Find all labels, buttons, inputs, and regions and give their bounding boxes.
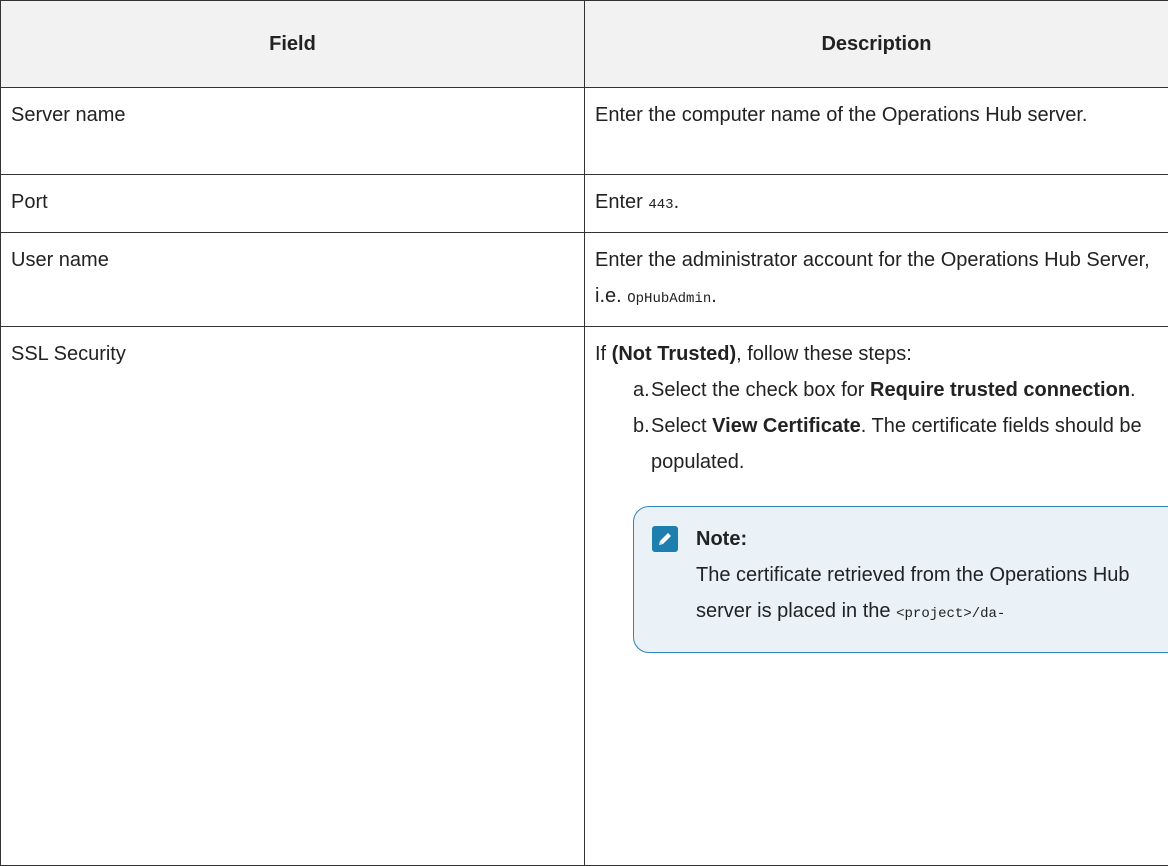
step-text: .	[1130, 379, 1136, 401]
description-cell: Enter the administrator account for the …	[585, 233, 1168, 327]
step-bold: Require trusted connection	[870, 379, 1130, 401]
description-text: .	[674, 191, 680, 213]
ssl-intro: If (Not Trusted), follow these steps:	[595, 336, 1158, 372]
table-row: Server name Enter the computer name of t…	[1, 88, 1168, 175]
header-field: Field	[1, 1, 585, 88]
intro-text: , follow these steps:	[736, 343, 912, 365]
field-cell: User name	[1, 233, 585, 327]
code-path: <project>/da-	[896, 606, 1005, 622]
table-row: User name Enter the administrator accoun…	[1, 233, 1168, 327]
header-description: Description	[585, 1, 1168, 88]
step-item: b. Select View Certificate. The certific…	[633, 408, 1158, 480]
note-body: The certificate retrieved from the Opera…	[652, 557, 1168, 632]
intro-text: If	[595, 343, 612, 365]
table-row: Port Enter 443.	[1, 175, 1168, 233]
step-text: Select the check box for	[651, 379, 870, 401]
description-cell: If (Not Trusted), follow these steps: a.…	[585, 327, 1168, 866]
table-header-row: Field Description	[1, 1, 1168, 88]
step-text: Select	[651, 415, 712, 437]
field-cell: SSL Security	[1, 327, 585, 866]
note-box: Note: The certificate retrieved from the…	[633, 506, 1168, 653]
note-header: Note:	[652, 521, 1168, 557]
step-item: a. Select the check box for Require trus…	[633, 372, 1158, 408]
code-value: OpHubAdmin	[627, 291, 711, 307]
intro-bold: (Not Trusted)	[612, 343, 736, 365]
code-value: 443	[648, 197, 673, 213]
description-text: Enter	[595, 191, 648, 213]
fields-table: Field Description Server name Enter the …	[0, 0, 1168, 866]
pencil-icon	[652, 526, 678, 552]
note-title: Note:	[696, 521, 747, 557]
steps-list: a. Select the check box for Require trus…	[595, 372, 1158, 480]
field-cell: Port	[1, 175, 585, 233]
description-cell: Enter the computer name of the Operation…	[585, 88, 1168, 175]
table-row: SSL Security If (Not Trusted), follow th…	[1, 327, 1168, 866]
description-cell: Enter 443.	[585, 175, 1168, 233]
description-text: .	[711, 285, 717, 307]
step-bold: View Certificate	[712, 415, 861, 437]
step-marker: b.	[633, 408, 650, 444]
step-marker: a.	[633, 372, 650, 408]
field-cell: Server name	[1, 88, 585, 175]
